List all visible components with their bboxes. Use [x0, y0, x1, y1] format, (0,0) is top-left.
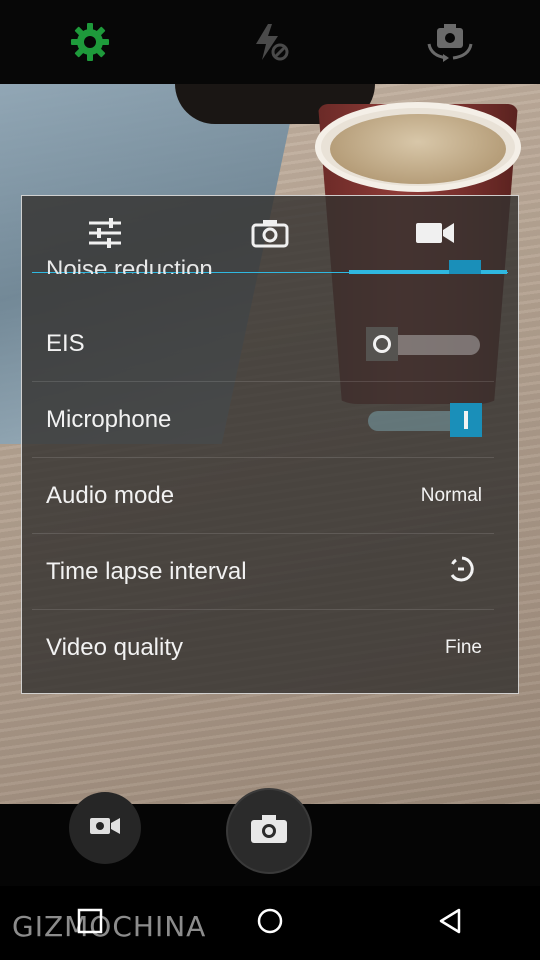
camera-top-bar	[0, 0, 540, 84]
video-mode-button[interactable]	[69, 792, 141, 864]
video-camera-icon	[415, 220, 455, 251]
noise-reduction-toggle-thumb[interactable]	[449, 260, 481, 274]
watermark: GIZMOCHINA	[12, 910, 207, 943]
setting-label: Microphone	[46, 405, 172, 433]
toggle-thumb	[450, 402, 482, 437]
setting-row-audio-mode[interactable]: Audio mode Normal	[32, 458, 494, 534]
back-icon	[437, 907, 463, 940]
camera-icon	[249, 813, 289, 850]
setting-label: EIS	[46, 329, 85, 357]
home-button[interactable]	[240, 893, 300, 953]
setting-row-eis[interactable]: EIS	[32, 306, 494, 382]
photo-camera-icon	[251, 218, 289, 253]
setting-label: Video quality	[46, 634, 183, 661]
toggle-thumb	[366, 326, 398, 361]
setting-row-noise-reduction[interactable]: Noise reduction	[22, 254, 518, 274]
back-button[interactable]	[420, 893, 480, 953]
flash-off-icon[interactable]	[240, 12, 300, 72]
timer-icon	[448, 555, 476, 588]
setting-row-video-quality[interactable]: Video quality Fine	[32, 610, 494, 686]
setting-label: Audio mode	[46, 481, 175, 509]
setting-row-microphone[interactable]: Microphone	[32, 382, 494, 458]
setting-label: Noise reduction	[46, 256, 213, 274]
setting-row-time-lapse-interval[interactable]: Time lapse interval	[32, 534, 494, 610]
microphone-toggle[interactable]	[366, 402, 482, 437]
switch-camera-icon[interactable]	[420, 12, 480, 72]
settings-gear-icon[interactable]	[60, 12, 120, 72]
audio-mode-value: Normal	[420, 484, 482, 506]
shutter-button[interactable]	[226, 788, 312, 874]
general-settings-sliders-icon	[87, 217, 123, 254]
viewfinder-cup-inner	[330, 114, 506, 184]
video-settings-panel: Noise reduction EIS Microphone Audio mod…	[21, 195, 519, 694]
video-camera-icon	[89, 815, 121, 842]
video-quality-value: Fine	[445, 637, 482, 658]
setting-label: Time lapse interval	[46, 557, 247, 585]
eis-toggle[interactable]	[366, 326, 482, 361]
home-icon	[256, 907, 284, 940]
